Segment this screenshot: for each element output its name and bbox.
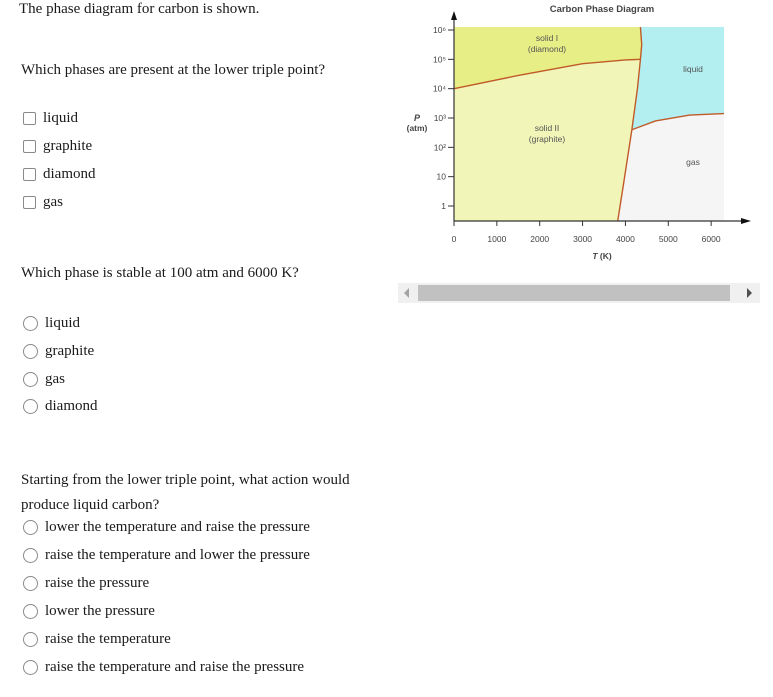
x-tick-label: 2000 (530, 234, 549, 244)
option-label: gas (43, 193, 63, 210)
question-2-option[interactable]: liquid (23, 313, 80, 333)
option-label: raise the temperature and raise the pres… (45, 658, 305, 675)
x-tick-label: 4000 (616, 234, 635, 244)
x-tick-label: 6000 (702, 234, 721, 244)
radio-button[interactable] (23, 519, 38, 535)
region-label: gas (686, 157, 700, 167)
option-label: graphite (43, 137, 93, 154)
intro-text: The phase diagram for carbon is shown. (19, 1, 260, 17)
scroll-left-arrow-icon[interactable] (404, 288, 409, 298)
region-label: liquid (683, 64, 703, 74)
scrollbar-thumb[interactable] (418, 285, 730, 301)
option-label: gas (45, 370, 65, 387)
radio-button[interactable] (23, 398, 38, 414)
x-tick-label: 1000 (487, 234, 506, 244)
question-2-option[interactable]: diamond (23, 396, 98, 416)
question-3-prompt: Starting from the lower triple point, wh… (21, 472, 350, 513)
phase-diagram-svg: 1 10 10² 10³ 10⁴ 10⁵ 10⁶ 0 1000 2000 3000 4000 5000 6… (407, 4, 751, 261)
option-label: liquid (43, 109, 79, 126)
y-tick-label: 10 (437, 172, 447, 182)
y-tick-label: 10⁴ (433, 84, 446, 94)
y-tick-label: 10⁵ (433, 54, 446, 64)
region-label: (diamond) (528, 44, 566, 54)
option-label: raise the pressure (45, 574, 150, 591)
horizontal-scrollbar[interactable] (398, 283, 760, 303)
question-3-option[interactable]: raise the temperature and raise the pres… (23, 657, 304, 677)
radio-button[interactable] (23, 631, 38, 647)
radio-button[interactable] (23, 315, 38, 331)
option-label: diamond (43, 165, 96, 182)
chart-title: Carbon Phase Diagram (550, 4, 655, 15)
question-3-option[interactable]: lower the pressure (23, 601, 155, 621)
question-3-option[interactable]: raise the temperature (23, 629, 171, 649)
option-label: diamond (45, 397, 98, 414)
option-label: liquid (45, 314, 81, 331)
question-3-option[interactable]: raise the temperature and lower the pres… (23, 545, 310, 565)
x-axis-label-unit: (K) (598, 251, 612, 261)
y-axis-label-unit: (atm) (407, 123, 428, 133)
x-axis-arrow-icon (741, 218, 751, 224)
scroll-right-arrow-icon[interactable] (747, 288, 752, 298)
region-label: (graphite) (529, 134, 566, 144)
radio-button[interactable] (23, 547, 38, 563)
y-axis-arrow-icon (451, 11, 457, 20)
question-3-option[interactable]: lower the temperature and raise the pres… (23, 517, 310, 537)
radio-button[interactable] (23, 659, 38, 675)
question-2-option[interactable]: gas (23, 369, 65, 389)
checkbox[interactable] (23, 139, 36, 153)
option-label: graphite (45, 342, 95, 359)
question-2-option[interactable]: graphite (23, 341, 94, 361)
option-label: lower the pressure (45, 602, 155, 619)
y-tick-label: 10³ (434, 113, 446, 123)
question-2-prompt: Which phase is stable at 100 atm and 600… (21, 265, 299, 281)
y-axis-label-symbol: P (414, 113, 421, 123)
radio-button[interactable] (23, 371, 38, 387)
question-3-option[interactable]: raise the pressure (23, 573, 149, 593)
radio-button[interactable] (23, 575, 38, 591)
question-1-option[interactable]: graphite (23, 136, 92, 156)
y-tick-label: 10² (434, 142, 446, 152)
radio-button[interactable] (23, 343, 38, 359)
question-1-option[interactable]: liquid (23, 108, 78, 128)
x-tick-label: 3000 (573, 234, 592, 244)
region-label: solid II (535, 123, 560, 133)
x-tick-label: 5000 (659, 234, 678, 244)
option-label: lower the temperature and raise the pres… (45, 518, 310, 535)
checkbox[interactable] (23, 111, 36, 125)
option-label: raise the temperature and lower the pres… (45, 546, 310, 563)
region-label: solid I (536, 33, 558, 43)
option-label: raise the temperature (45, 630, 171, 647)
y-tick-label: 10⁶ (433, 25, 446, 35)
checkbox[interactable] (23, 167, 36, 181)
checkbox[interactable] (23, 195, 36, 209)
radio-button[interactable] (23, 603, 38, 619)
x-axis-label: T (K) (592, 251, 612, 261)
question-1-option[interactable]: diamond (23, 164, 96, 184)
y-tick-label: 1 (441, 201, 446, 211)
question-1-option[interactable]: gas (23, 192, 63, 212)
x-tick-label: 0 (452, 234, 457, 244)
question-1-prompt: Which phases are present at the lower tr… (21, 62, 326, 78)
phase-diagram: 1 10 10² 10³ 10⁴ 10⁵ 10⁶ 0 1000 2000 3000 4000 5000 6… (395, 0, 773, 275)
